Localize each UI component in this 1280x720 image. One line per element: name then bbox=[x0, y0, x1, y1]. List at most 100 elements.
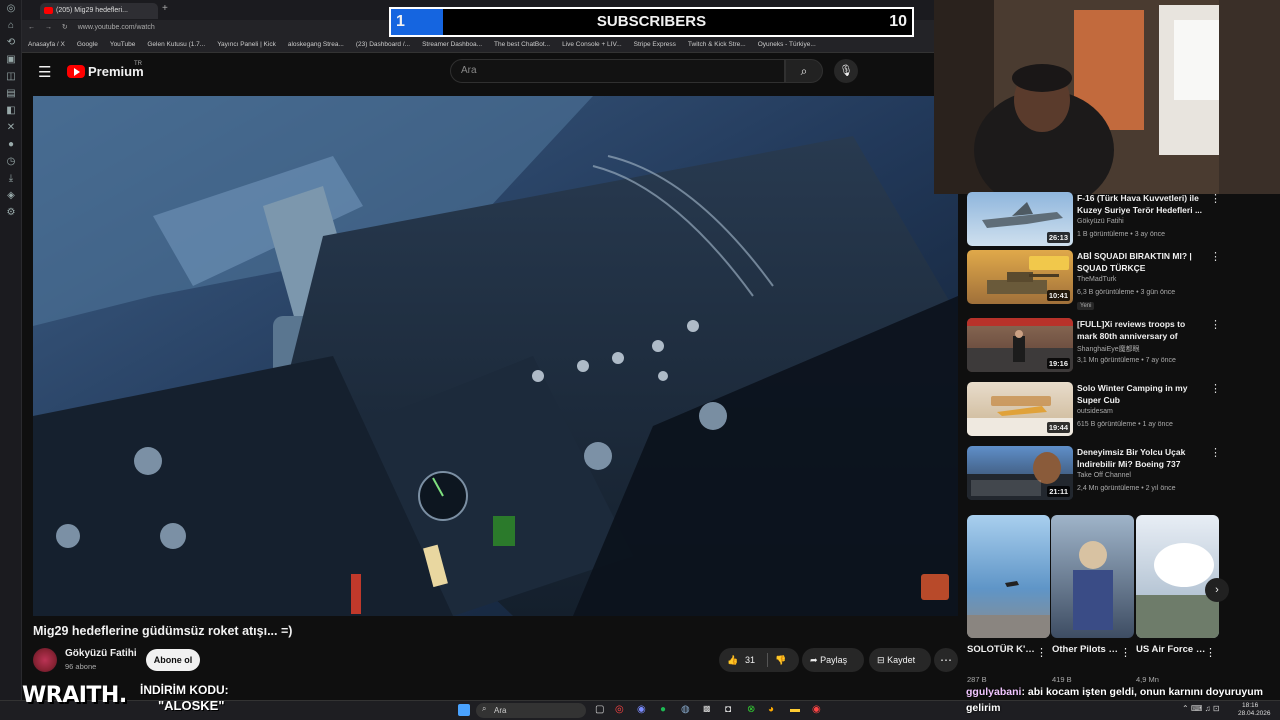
voice-search-button[interactable]: 🎙 bbox=[834, 59, 858, 83]
kebab-menu-icon[interactable]: ⋮ bbox=[1120, 646, 1131, 659]
like-icon[interactable]: 👍 bbox=[727, 648, 738, 672]
short-title[interactable]: SOLOTÜR K'ün Rüzga... bbox=[967, 644, 1037, 655]
video-card-channel[interactable]: ShanghaiEye魔都眼 bbox=[1077, 344, 1140, 354]
video-card-meta: 1 B görüntüleme • 3 ay önce bbox=[1077, 231, 1166, 238]
taskbar-search[interactable]: Ara bbox=[476, 703, 586, 718]
video-title: Mig29 hedeflerine güdümsüz roket atışı..… bbox=[33, 624, 293, 638]
home-icon[interactable]: ⌂ bbox=[0, 17, 22, 34]
app-icon[interactable]: ◘ bbox=[725, 704, 731, 715]
reload-icon[interactable]: ↻ bbox=[62, 24, 68, 31]
bookmark-item[interactable]: Oyuneks - Türkiye... bbox=[758, 41, 816, 48]
video-card-channel[interactable]: outsidesam bbox=[1077, 408, 1113, 415]
video-thumbnail[interactable]: 10:41 bbox=[967, 250, 1073, 304]
folder-icon[interactable]: ▬ bbox=[790, 704, 800, 715]
bookmark-item[interactable]: The best ChatBot... bbox=[494, 41, 550, 48]
opera-logo-icon[interactable]: ◎ bbox=[0, 0, 22, 17]
youtube-icon[interactable]: ● bbox=[0, 136, 22, 153]
short-title[interactable]: Other Pilots vs WWII Pil... bbox=[1052, 644, 1122, 655]
short-thumbnail[interactable] bbox=[1136, 515, 1219, 638]
video-card-title[interactable]: F-16 (Türk Hava Kuvvetleri) ile Kuzey Su… bbox=[1077, 192, 1207, 216]
video-thumbnail[interactable]: 19:16 bbox=[967, 318, 1073, 372]
kebab-menu-icon[interactable]: ⋮ bbox=[1205, 646, 1216, 659]
bookmark-item[interactable]: aloskegang Strea... bbox=[288, 41, 344, 48]
wallet-icon[interactable]: ◈ bbox=[0, 187, 22, 204]
kebab-menu-icon[interactable]: ⋮ bbox=[1210, 446, 1221, 459]
discord-icon[interactable]: ◉ bbox=[637, 704, 646, 715]
recommendation-card[interactable]: 21:11 Deneyimsiz Bir Yolcu Uçak İndirebi… bbox=[967, 446, 1267, 504]
duration-badge: 19:16 bbox=[1046, 358, 1070, 369]
shorts-next-button[interactable]: › bbox=[1205, 578, 1229, 602]
video-thumbnail[interactable]: 26:13 bbox=[967, 192, 1073, 246]
subscribe-button[interactable]: Abone ol bbox=[146, 649, 200, 671]
clock-icon[interactable]: ◷ bbox=[0, 153, 22, 170]
bookmark-item[interactable]: Anasayfa / X bbox=[28, 41, 65, 48]
x-icon[interactable]: ✕ bbox=[0, 119, 22, 136]
video-player[interactable] bbox=[33, 96, 958, 616]
bookmark-item[interactable]: Twitch & Kick Stre... bbox=[688, 41, 746, 48]
video-card-title[interactable]: Solo Winter Camping in my Super Cub bbox=[1077, 382, 1207, 406]
bookmark-item[interactable]: Google bbox=[77, 41, 98, 48]
video-card-channel[interactable]: Take Off Channel bbox=[1077, 472, 1131, 479]
short-thumbnail[interactable] bbox=[967, 515, 1050, 638]
recommendation-card[interactable]: 10:41 ABİ SQUADI BIRAKTIN MI? | SQUAD TÜ… bbox=[967, 250, 1267, 310]
short-thumbnail[interactable] bbox=[1051, 515, 1134, 638]
bookmark-item[interactable]: (23) Dashboard /... bbox=[356, 41, 410, 48]
download-icon[interactable]: ⤓ bbox=[0, 170, 22, 187]
save-button[interactable]: ⊟ Kaydet bbox=[869, 648, 931, 672]
bookmark-item[interactable]: Live Console + LIV... bbox=[562, 41, 622, 48]
more-actions-button[interactable]: ⋯ bbox=[934, 648, 958, 672]
kebab-menu-icon[interactable]: ⋮ bbox=[1210, 382, 1221, 395]
bookmark-item[interactable]: Gelen Kutusu (1.7... bbox=[147, 41, 205, 48]
video-thumbnail[interactable]: 21:11 bbox=[967, 446, 1073, 500]
share-icon: ➦ bbox=[810, 655, 818, 665]
bookmark-item[interactable]: Stripe Express bbox=[634, 41, 676, 48]
search-input[interactable]: Ara bbox=[450, 59, 785, 83]
video-card-title[interactable]: Deneyimsiz Bir Yolcu Uçak İndirebilir Mi… bbox=[1077, 446, 1207, 470]
video-card-title[interactable]: ABİ SQUADI BIRAKTIN MI? | SQUAD TÜRKÇE bbox=[1077, 250, 1207, 274]
video-card-meta: 615 B görüntüleme • 1 ay önce bbox=[1077, 421, 1173, 428]
steam-icon[interactable]: ◍ bbox=[681, 704, 690, 715]
history-icon[interactable]: ⟲ bbox=[0, 34, 22, 51]
new-tab-icon[interactable]: + bbox=[162, 3, 168, 14]
taskview-icon[interactable]: ▢ bbox=[595, 704, 604, 715]
share-button[interactable]: ➦ Paylaş bbox=[802, 648, 864, 672]
tab-active[interactable]: (205) Mig29 hedefleri... bbox=[40, 3, 158, 19]
like-count[interactable]: 31 bbox=[745, 648, 755, 672]
channel-avatar[interactable] bbox=[33, 648, 57, 672]
recommendation-card[interactable]: 19:16 [FULL]Xi reviews troops to mark 80… bbox=[967, 318, 1267, 376]
record-icon[interactable]: ◉ bbox=[812, 704, 821, 715]
video-card-title[interactable]: [FULL]Xi reviews troops to mark 80th ann… bbox=[1077, 318, 1207, 342]
bookmark-item[interactable]: Yayıncı Paneli | Kick bbox=[217, 41, 276, 48]
short-title[interactable]: US Air Force Unreal Soni... bbox=[1136, 644, 1206, 655]
video-thumbnail[interactable]: 19:44 bbox=[967, 382, 1073, 436]
bookmark-item[interactable]: YouTube bbox=[110, 41, 136, 48]
twitch-icon[interactable]: ◧ bbox=[0, 102, 22, 119]
menu-icon[interactable]: ☰ bbox=[38, 63, 51, 81]
xbox-icon[interactable]: ⊗ bbox=[747, 704, 755, 715]
windows-start-icon[interactable] bbox=[458, 704, 470, 716]
search-button[interactable]: ⌕ bbox=[785, 59, 823, 83]
recommendation-card[interactable]: 19:44 Solo Winter Camping in my Super Cu… bbox=[967, 382, 1267, 440]
opera-icon[interactable]: ◎ bbox=[615, 704, 624, 715]
url-text[interactable]: www.youtube.com/watch bbox=[78, 24, 155, 31]
kebab-menu-icon[interactable]: ⋮ bbox=[1210, 318, 1221, 331]
video-card-channel[interactable]: TheMadTurk bbox=[1077, 276, 1116, 283]
epic-icon[interactable]: ▩ bbox=[703, 704, 711, 713]
spotify-icon[interactable]: ● bbox=[660, 704, 666, 715]
recommendation-card[interactable]: 26:13 F-16 (Türk Hava Kuvvetleri) ile Ku… bbox=[967, 192, 1267, 250]
forward-icon[interactable]: → bbox=[45, 24, 52, 31]
back-icon[interactable]: ← bbox=[28, 24, 35, 31]
dislike-icon[interactable]: 👎 bbox=[775, 648, 786, 672]
kebab-menu-icon[interactable]: ⋮ bbox=[1036, 646, 1047, 659]
settings-icon[interactable]: ⚙ bbox=[0, 204, 22, 221]
video-card-channel[interactable]: Gökyüzü Fatihi bbox=[1077, 218, 1124, 225]
kebab-menu-icon[interactable]: ⋮ bbox=[1210, 250, 1221, 263]
bag-icon[interactable]: ▣ bbox=[0, 51, 22, 68]
chrome-icon[interactable]: ◕ bbox=[768, 704, 774, 715]
play-glyph-icon bbox=[74, 68, 80, 76]
kebab-menu-icon[interactable]: ⋮ bbox=[1210, 192, 1221, 205]
channel-name[interactable]: Gökyüzü Fatihi bbox=[65, 648, 137, 659]
bookmark-item[interactable]: Streamer Dashboa... bbox=[422, 41, 482, 48]
chat-icon[interactable]: ◫ bbox=[0, 68, 22, 85]
panel-icon[interactable]: ▤ bbox=[0, 85, 22, 102]
